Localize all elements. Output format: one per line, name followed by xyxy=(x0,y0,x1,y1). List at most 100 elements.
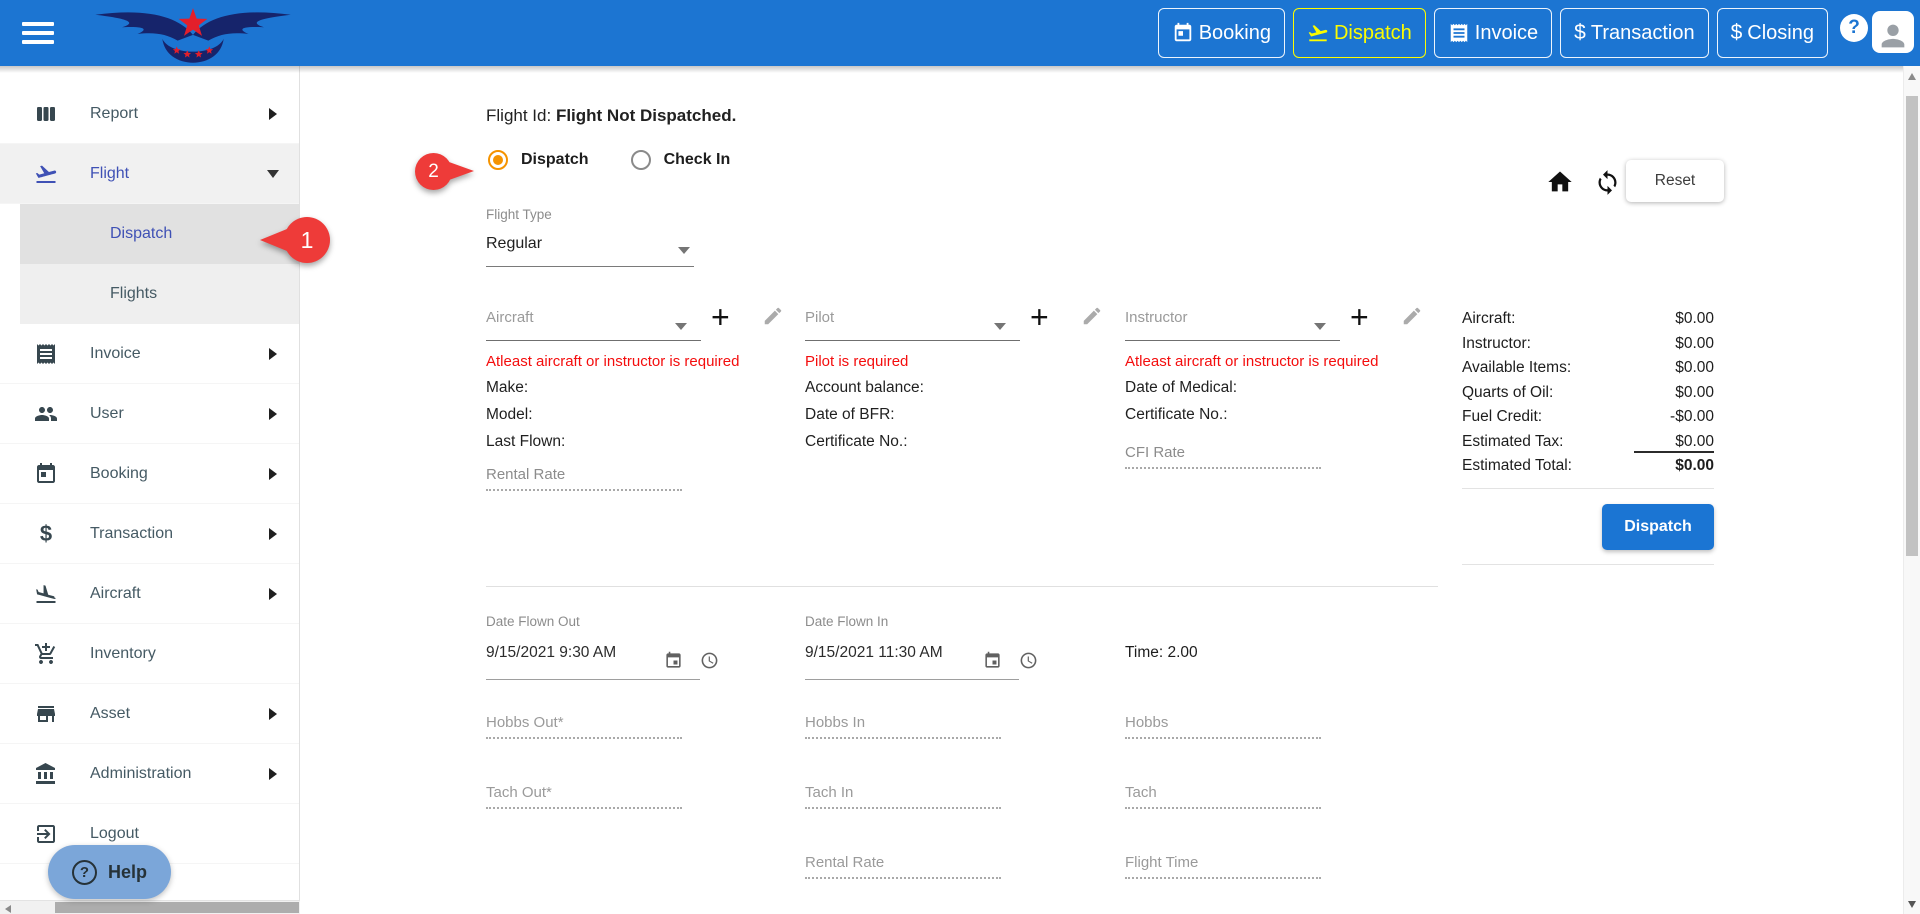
sidebar-flight-label: Flight xyxy=(90,165,129,183)
sidebar-item-transaction[interactable]: $ Transaction xyxy=(0,504,299,564)
help-button[interactable]: ? Help xyxy=(48,845,171,899)
nav-booking-button[interactable]: Booking xyxy=(1158,8,1285,58)
home-icon[interactable] xyxy=(1546,168,1574,196)
chevron-right-icon xyxy=(269,768,277,780)
calendar-picker-icon[interactable] xyxy=(664,651,683,670)
hobbs-in-label: Hobbs In xyxy=(805,714,1001,731)
rental-rate-bottom-input[interactable] xyxy=(805,877,1001,879)
hobbs-in-input[interactable] xyxy=(805,737,1001,739)
instructor-certificate-label: Certificate No.: xyxy=(1125,401,1435,428)
cfi-rate-input[interactable] xyxy=(1125,467,1321,469)
tach-label: Tach xyxy=(1125,784,1321,801)
clock-picker-icon[interactable] xyxy=(700,651,719,670)
sidebar-item-user[interactable]: User xyxy=(0,384,299,444)
refresh-icon[interactable] xyxy=(1594,169,1621,196)
annotation-pin-1: 1 xyxy=(284,217,330,263)
chevron-down-icon xyxy=(994,323,1006,330)
nav-invoice-button[interactable]: Invoice xyxy=(1434,8,1552,58)
check-in-radio-label[interactable]: Check In xyxy=(664,151,731,169)
date-flown-out-label: Date Flown Out xyxy=(486,614,700,629)
nav-closing-button[interactable]: $ Closing xyxy=(1717,8,1828,58)
chevron-right-icon xyxy=(269,588,277,600)
sidebar-horizontal-scrollbar[interactable] xyxy=(0,900,300,914)
sidebar-report-label: Report xyxy=(90,105,138,123)
tach-out-input[interactable] xyxy=(486,807,682,809)
pilot-select[interactable]: Pilot + xyxy=(805,303,1020,341)
flight-time-field[interactable]: Flight Time xyxy=(1125,854,1321,879)
check-in-radio[interactable] xyxy=(631,150,651,170)
sidebar-item-booking[interactable]: Booking xyxy=(0,444,299,504)
pilot-account-balance-label: Account balance: xyxy=(805,374,1115,401)
tach-in-input[interactable] xyxy=(805,807,1001,809)
hamburger-menu-icon[interactable] xyxy=(22,22,54,44)
tach-input[interactable] xyxy=(1125,807,1321,809)
header-help-icon[interactable]: ? xyxy=(1840,14,1868,42)
scroll-up-arrow-icon[interactable] xyxy=(1908,73,1916,80)
sidebar-item-asset[interactable]: Asset xyxy=(0,684,299,744)
tach-field[interactable]: Tach xyxy=(1125,784,1321,809)
chevron-down-icon xyxy=(678,247,690,254)
flight-school-logo[interactable] xyxy=(78,2,308,64)
scroll-down-arrow-icon[interactable] xyxy=(1908,901,1916,908)
tach-in-label: Tach In xyxy=(805,784,1001,801)
sidebar-item-flight[interactable]: Flight xyxy=(0,144,299,204)
sidebar-item-report[interactable]: Report xyxy=(0,84,299,144)
hobbs-out-input[interactable] xyxy=(486,737,682,739)
pilot-info-list: Account balance: Date of BFR: Certificat… xyxy=(805,374,1115,455)
hobbs-out-field[interactable]: Hobbs Out* xyxy=(486,714,682,739)
summary-divider xyxy=(1462,488,1714,489)
main-vertical-scrollbar[interactable] xyxy=(1903,66,1920,914)
edit-pilot-icon[interactable] xyxy=(1081,305,1103,327)
summary-estimated-total-label: Estimated Total: xyxy=(1462,457,1572,475)
rental-rate-input[interactable] xyxy=(486,489,682,491)
sidebar-item-invoice[interactable]: Invoice xyxy=(0,324,299,384)
date-flown-out-field[interactable]: Date Flown Out 9/15/2021 9:30 AM xyxy=(486,614,700,680)
horizontal-scrollbar-thumb[interactable] xyxy=(55,902,299,913)
rental-rate-field[interactable]: Rental Rate xyxy=(486,466,682,491)
rental-rate-bottom-field[interactable]: Rental Rate xyxy=(805,854,1001,879)
plane-landing-icon xyxy=(34,582,58,606)
edit-instructor-icon[interactable] xyxy=(1401,305,1423,327)
dispatch-submit-button[interactable]: Dispatch xyxy=(1602,504,1714,550)
nav-dispatch-button[interactable]: Dispatch xyxy=(1293,8,1426,58)
sidebar-item-aircraft[interactable]: Aircraft xyxy=(0,564,299,624)
reset-button[interactable]: Reset xyxy=(1626,160,1724,202)
tach-in-field[interactable]: Tach In xyxy=(805,784,1001,809)
sidebar-item-administration[interactable]: Administration xyxy=(0,744,299,804)
add-instructor-button[interactable]: + xyxy=(1350,299,1369,336)
flight-type-select[interactable]: Flight Type Regular xyxy=(486,207,694,267)
user-avatar[interactable] xyxy=(1872,11,1914,53)
instructor-column: Instructor + Atleast aircraft or instruc… xyxy=(1125,303,1435,428)
hobbs-input[interactable] xyxy=(1125,737,1321,739)
summary-estimated-total-value: $0.00 xyxy=(1675,457,1714,475)
dollar-icon: $ xyxy=(1574,21,1586,45)
edit-aircraft-icon[interactable] xyxy=(762,305,784,327)
rental-rate-label: Rental Rate xyxy=(486,466,682,483)
nav-transaction-button[interactable]: $ Transaction xyxy=(1560,8,1708,58)
instructor-info-list: Date of Medical: Certificate No.: xyxy=(1125,374,1435,428)
scroll-left-arrow-icon[interactable] xyxy=(5,905,11,913)
clock-picker-icon[interactable] xyxy=(1019,651,1038,670)
date-flown-in-field[interactable]: Date Flown In 9/15/2021 11:30 AM xyxy=(805,614,1019,680)
summary-row-aircraft: Aircraft: $0.00 xyxy=(1462,310,1714,335)
top-header: Booking Dispatch Invoice $ Transaction $… xyxy=(0,0,1920,66)
chevron-down-icon xyxy=(1314,323,1326,330)
cfi-rate-field[interactable]: CFI Rate xyxy=(1125,444,1321,469)
sidebar-item-inventory[interactable]: Inventory xyxy=(0,624,299,684)
add-pilot-button[interactable]: + xyxy=(1030,299,1049,336)
summary-available-items-value: $0.00 xyxy=(1675,359,1714,377)
dispatch-radio[interactable] xyxy=(488,150,508,170)
flight-time-label: Flight Time xyxy=(1125,854,1321,871)
dispatch-radio-label[interactable]: Dispatch xyxy=(521,151,589,169)
hobbs-field[interactable]: Hobbs xyxy=(1125,714,1321,739)
flight-time-input[interactable] xyxy=(1125,877,1321,879)
tach-out-field[interactable]: Tach Out* xyxy=(486,784,682,809)
vertical-scrollbar-thumb[interactable] xyxy=(1906,96,1918,556)
aircraft-select[interactable]: Aircraft + xyxy=(486,303,701,341)
hobbs-in-field[interactable]: Hobbs In xyxy=(805,714,1001,739)
calendar-picker-icon[interactable] xyxy=(983,651,1002,670)
sidebar-subitem-dispatch[interactable]: Dispatch xyxy=(20,204,299,264)
instructor-select[interactable]: Instructor + xyxy=(1125,303,1340,341)
sidebar-subitem-flights[interactable]: Flights xyxy=(20,264,299,324)
add-aircraft-button[interactable]: + xyxy=(711,299,730,336)
